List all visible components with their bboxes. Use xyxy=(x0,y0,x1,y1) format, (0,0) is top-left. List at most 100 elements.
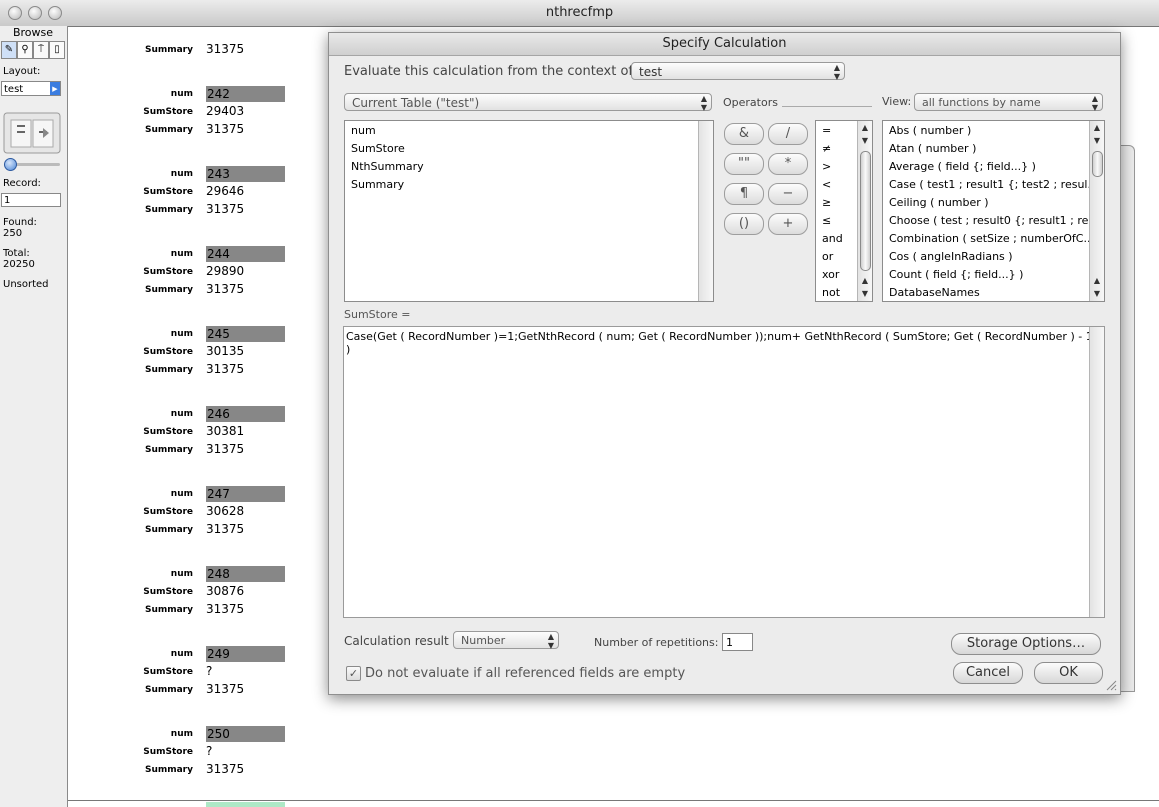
scroll-down-icon[interactable]: ▼ xyxy=(858,287,872,300)
function-list[interactable]: Abs ( number ) Atan ( number ) Average ( f… xyxy=(882,120,1105,302)
scroll-thumb[interactable] xyxy=(860,151,871,271)
comparison-operator-item[interactable]: or xyxy=(822,250,833,263)
sumstore-field[interactable]: 29403 xyxy=(206,104,244,118)
summary-label: Summary xyxy=(144,45,193,55)
num-field[interactable]: 249 xyxy=(206,646,285,662)
formula-scrollbar[interactable] xyxy=(1089,327,1104,617)
sumstore-field[interactable]: 30876 xyxy=(206,584,244,598)
operator-button[interactable]: "" xyxy=(724,153,764,175)
summary-label: Summary xyxy=(144,605,193,615)
scroll-down-icon[interactable]: ▼ xyxy=(1090,134,1104,147)
num-field[interactable]: 250 xyxy=(206,726,285,742)
sumstore-label: SumStore xyxy=(143,667,193,677)
comparison-operator-list[interactable]: = ≠ > < ≥ ≤ and or xor not ▲ ▼ ▲ ▼ xyxy=(815,120,873,302)
operator-button[interactable]: () xyxy=(724,213,764,235)
scroll-up-icon[interactable]: ▲ xyxy=(858,121,872,134)
summary-field[interactable]: 31375 xyxy=(206,202,244,216)
scroll-thumb[interactable] xyxy=(1092,151,1103,177)
function-list-item[interactable]: Abs ( number ) xyxy=(889,124,971,137)
scroll-up-icon[interactable]: ▲ xyxy=(1090,274,1104,287)
function-list-item[interactable]: Cos ( angleInRadians ) xyxy=(889,250,1013,263)
sumstore-field[interactable]: ? xyxy=(206,664,212,678)
summary-field[interactable]: 31375 xyxy=(206,122,244,136)
comparison-operator-item[interactable]: xor xyxy=(822,268,839,281)
scroll-up-icon[interactable]: ▲ xyxy=(858,274,872,287)
table-popup[interactable]: Current Table ("test") ▲ ▼ xyxy=(344,93,712,112)
do-not-evaluate-checkbox[interactable]: ✓ xyxy=(346,666,361,681)
field-list-scrollbar[interactable] xyxy=(698,121,713,301)
num-field[interactable]: 243 xyxy=(206,166,285,182)
context-popup[interactable]: test ▲ ▼ xyxy=(631,62,845,81)
field-list-item[interactable]: SumStore xyxy=(351,142,405,155)
repetitions-input[interactable]: 1 xyxy=(722,633,753,651)
field-list-item[interactable]: Summary xyxy=(351,178,404,191)
summary-label: Summary xyxy=(144,445,193,455)
function-list-item[interactable]: Ceiling ( number ) xyxy=(889,196,989,209)
function-list-item[interactable]: DatabaseNames xyxy=(889,286,980,299)
num-label: num xyxy=(170,489,193,499)
ok-button[interactable]: OK xyxy=(1034,662,1103,684)
summary-field[interactable]: 31375 xyxy=(206,282,244,296)
formula-textarea[interactable]: Case(Get ( RecordNumber )=1;GetNthRecord… xyxy=(343,326,1105,618)
function-list-item[interactable]: Choose ( test ; result0 {; result1 ; re.… xyxy=(889,214,1099,227)
num-field[interactable]: 247 xyxy=(206,486,285,502)
comparison-operator-item[interactable]: not xyxy=(822,286,840,299)
view-popup[interactable]: all functions by name ▲ ▼ xyxy=(914,93,1103,112)
specify-calculation-dialog: Specify Calculation Evaluate this calcul… xyxy=(328,32,1121,695)
comparison-operator-item[interactable]: ≠ xyxy=(822,142,831,155)
operator-button[interactable]: * xyxy=(768,153,808,175)
function-list-item[interactable]: Atan ( number ) xyxy=(889,142,976,155)
operator-button[interactable]: − xyxy=(768,183,808,205)
function-list-scrollbar[interactable]: ▲ ▼ ▲ ▼ xyxy=(1089,121,1104,301)
operator-button[interactable]: ¶ xyxy=(724,183,764,205)
operator-button[interactable]: / xyxy=(768,123,808,145)
num-field[interactable]: 245 xyxy=(206,326,285,342)
summary-field[interactable]: 31375 xyxy=(206,522,244,536)
checkmark-icon: ✓ xyxy=(348,667,359,680)
summary-field[interactable]: 31375 xyxy=(206,362,244,376)
summary-field[interactable]: 31375 xyxy=(206,682,244,696)
summary-field[interactable]: 31375 xyxy=(206,442,244,456)
sumstore-field[interactable]: 30135 xyxy=(206,344,244,358)
operator-list-scrollbar[interactable]: ▲ ▼ ▲ ▼ xyxy=(857,121,872,301)
table-popup-value: Current Table ("test") xyxy=(352,96,480,110)
comparison-operator-item[interactable]: = xyxy=(822,124,831,137)
function-list-item[interactable]: Combination ( setSize ; numberOfC... xyxy=(889,232,1094,245)
scroll-up-icon[interactable]: ▲ xyxy=(1090,121,1104,134)
num-field[interactable]: 242 xyxy=(206,86,285,102)
summary-value[interactable]: 31375 xyxy=(206,42,244,56)
sumstore-field[interactable]: ? xyxy=(206,744,212,758)
operator-button[interactable]: + xyxy=(768,213,808,235)
scroll-down-icon[interactable]: ▼ xyxy=(858,134,872,147)
num-field[interactable]: 244 xyxy=(206,246,285,262)
function-list-item[interactable]: Count ( field {; field...} ) xyxy=(889,268,1023,281)
formula-line-1: Case(Get ( RecordNumber )=1;GetNthRecord… xyxy=(346,330,1097,343)
field-list-item[interactable]: num xyxy=(351,124,376,137)
comparison-operator-item[interactable]: > xyxy=(822,160,831,173)
scroll-down-icon[interactable]: ▼ xyxy=(1090,287,1104,300)
resize-grip-icon[interactable] xyxy=(1105,679,1117,691)
sumstore-field[interactable]: 29890 xyxy=(206,264,244,278)
comparison-operator-item[interactable]: and xyxy=(822,232,843,245)
result-type-popup[interactable]: Number ▲ ▼ xyxy=(453,631,559,650)
comparison-operator-item[interactable]: < xyxy=(822,178,831,191)
summary-field[interactable]: 31375 xyxy=(206,762,244,776)
comparison-operator-item[interactable]: ≥ xyxy=(822,196,831,209)
sumstore-field[interactable]: 30381 xyxy=(206,424,244,438)
sumstore-label: SumStore xyxy=(143,427,193,437)
next-record-field[interactable] xyxy=(206,802,285,807)
operator-button[interactable]: & xyxy=(724,123,764,145)
sumstore-field[interactable]: 30628 xyxy=(206,504,244,518)
summary-field[interactable]: 31375 xyxy=(206,602,244,616)
field-list-item[interactable]: NthSummary xyxy=(351,160,424,173)
function-list-item[interactable]: Average ( field {; field...} ) xyxy=(889,160,1036,173)
storage-options-button[interactable]: Storage Options… xyxy=(951,633,1101,655)
comparison-operator-item[interactable]: ≤ xyxy=(822,214,831,227)
cancel-button[interactable]: Cancel xyxy=(953,662,1023,684)
field-list[interactable]: num SumStore NthSummary Summary xyxy=(344,120,714,302)
result-type-label: Calculation result is xyxy=(344,634,463,648)
function-list-item[interactable]: Case ( test1 ; result1 {; test2 ; resul.… xyxy=(889,178,1098,191)
num-field[interactable]: 248 xyxy=(206,566,285,582)
sumstore-field[interactable]: 29646 xyxy=(206,184,244,198)
num-field[interactable]: 246 xyxy=(206,406,285,422)
